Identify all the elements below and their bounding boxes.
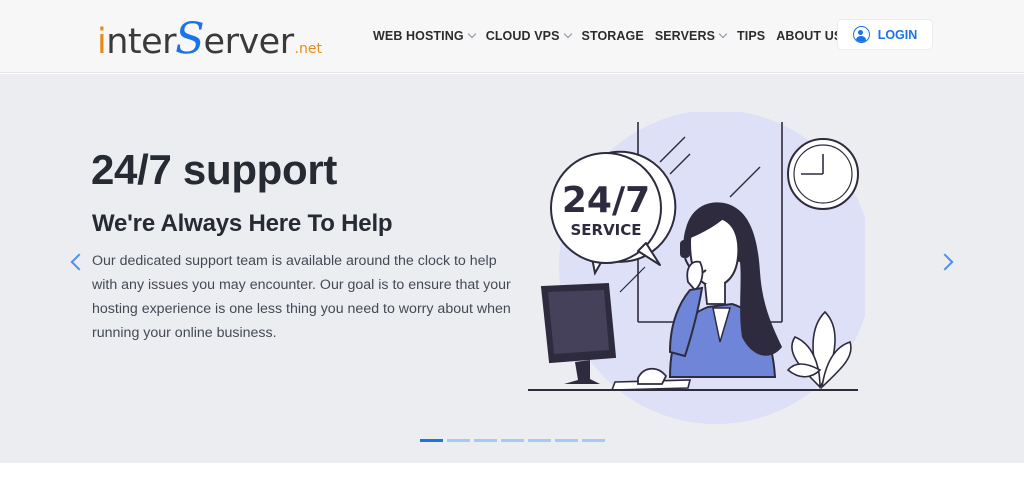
- user-circle-icon: [852, 26, 870, 43]
- page-below-hero: [0, 463, 1024, 477]
- bubble-service-text: SERVICE: [570, 221, 641, 239]
- hero-description: Our dedicated support team is available …: [92, 253, 511, 341]
- carousel-dot-2[interactable]: [447, 439, 470, 442]
- chevron-down-icon: [563, 29, 572, 39]
- carousel-dot-6[interactable]: [555, 439, 578, 442]
- carousel-dot-4[interactable]: [501, 439, 524, 442]
- login-button[interactable]: LOGIN: [838, 20, 932, 49]
- nav-web-hosting[interactable]: WEB HOSTING: [373, 29, 476, 43]
- nav-storage[interactable]: STORAGE: [582, 29, 644, 43]
- nav-cloud-vps[interactable]: CLOUD VPS: [486, 29, 572, 43]
- carousel-dot-7[interactable]: [582, 439, 605, 442]
- carousel-dot-3[interactable]: [474, 439, 497, 442]
- nav-tips[interactable]: TIPS: [737, 29, 765, 43]
- main-nav: WEB HOSTING CLOUD VPS STORAGE SERVERS TI…: [373, 29, 864, 43]
- carousel-dot-1[interactable]: [420, 439, 443, 442]
- chevron-down-icon: [467, 29, 476, 39]
- hero-subtitle: We're Always Here To Help: [92, 210, 393, 237]
- chevron-down-icon: [718, 29, 728, 39]
- carousel-pagination: [420, 439, 605, 442]
- hero-carousel: 24/7 support We're Always Here To Help O…: [0, 74, 1024, 463]
- hero-title: 24/7 support: [91, 146, 338, 193]
- support-agent-illustration: 24/7 SERVICE: [528, 112, 865, 424]
- site-header: inter S erver .net WEB HOSTING CLOUD VPS…: [0, 0, 1024, 73]
- interserver-logo[interactable]: inter S erver .net: [97, 14, 322, 64]
- chevron-left-icon[interactable]: [70, 253, 88, 271]
- nav-servers[interactable]: SERVERS: [655, 29, 728, 43]
- chevron-right-icon[interactable]: [936, 253, 954, 271]
- carousel-dot-5[interactable]: [528, 439, 551, 442]
- bubble-24-7-text: 24/7: [562, 180, 650, 221]
